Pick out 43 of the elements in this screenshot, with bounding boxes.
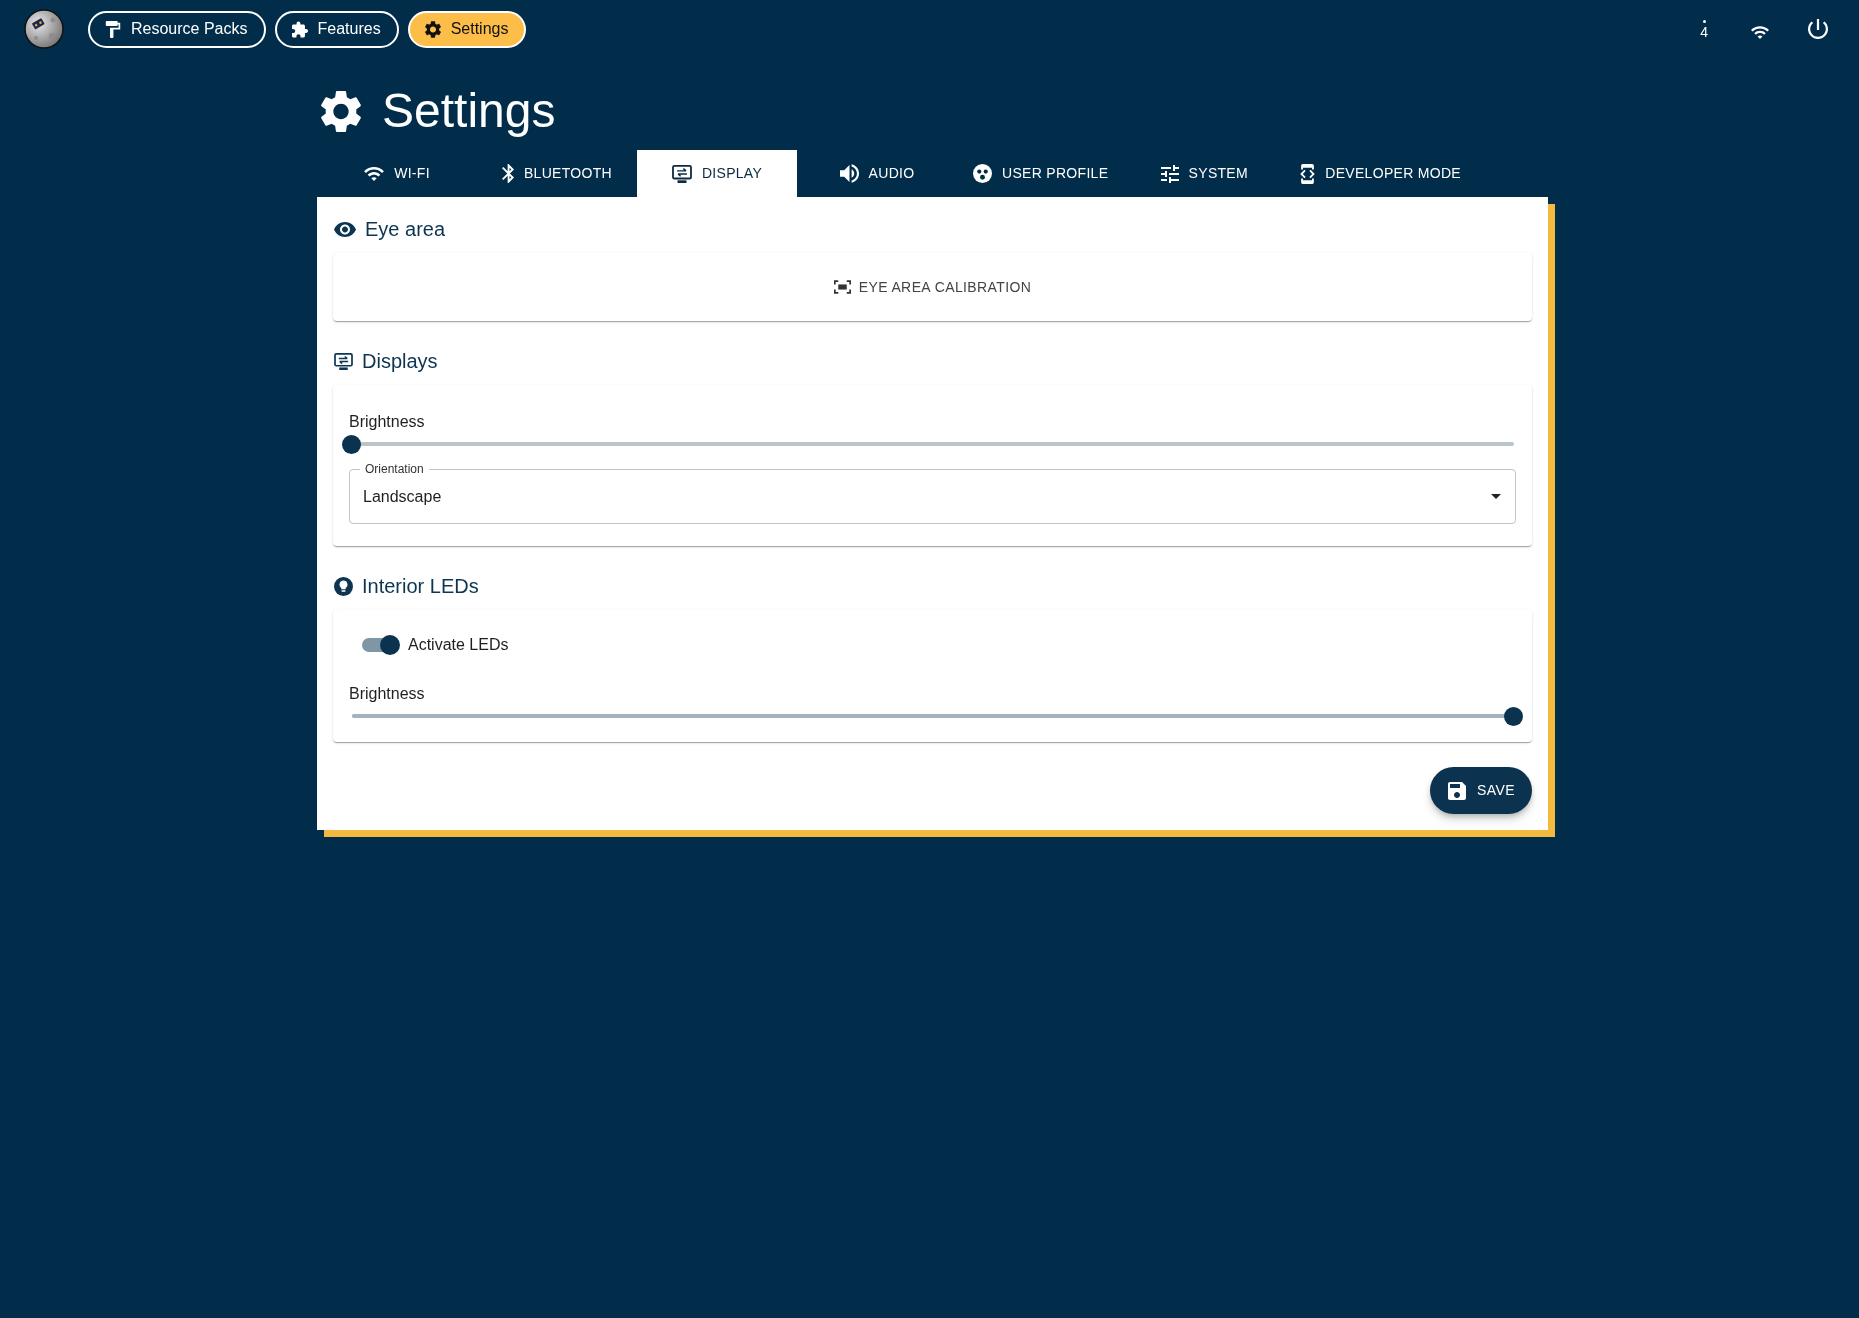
tab[interactable]: USER PROFILE (957, 150, 1125, 197)
field-label: Orientation (360, 462, 429, 476)
section-title: Eye area (365, 217, 446, 242)
settings-icon (424, 20, 441, 38)
phone-code-icon (1300, 163, 1316, 184)
nav-button[interactable]: Resource Packs (88, 10, 266, 48)
switch-label: Activate LEDs (408, 635, 509, 655)
slider-thumb[interactable] (1504, 706, 1523, 726)
save-button[interactable]: SAVE (1430, 767, 1532, 814)
nav-button[interactable]: Settings (407, 10, 527, 48)
paint-roller-icon (105, 20, 121, 38)
slider-thumb[interactable] (342, 434, 361, 454)
tab[interactable]: DISPLAY (637, 150, 797, 197)
face-icon (973, 164, 992, 183)
puzzle-piece-icon (291, 20, 308, 38)
monitor-icon (671, 164, 692, 183)
moon-logo-icon (24, 9, 64, 49)
calibration-button[interactable]: EYE AREA CALIBRATION (821, 267, 1044, 307)
focus-frame-icon (833, 280, 851, 294)
lightbulb-icon (334, 576, 353, 596)
tab[interactable]: AUDIO (797, 150, 957, 197)
status-text: 4 (1700, 24, 1708, 39)
tab[interactable]: SYSTEM (1124, 150, 1285, 197)
power-icon[interactable] (1808, 19, 1828, 39)
section-title: Interior LEDs (362, 574, 479, 599)
slider-label: Brightness (349, 412, 426, 432)
sliders-icon (1160, 164, 1179, 183)
speaker-icon (839, 164, 859, 183)
tab[interactable]: BLUETOOTH (477, 150, 637, 197)
eye-icon (334, 221, 356, 237)
wifi-icon (364, 166, 385, 181)
tab[interactable]: DEVELOPER MODE (1284, 150, 1477, 197)
section-title: Displays (362, 349, 438, 374)
settings-icon (321, 89, 361, 133)
wifi-icon[interactable] (1751, 25, 1769, 39)
caret-icon (1491, 494, 1501, 499)
slider-label: Brightness (349, 684, 426, 704)
tab[interactable]: WI-FI (317, 150, 477, 197)
monitor-icon (334, 352, 353, 370)
page-title: Settings (382, 83, 556, 139)
toggle-switch[interactable] (360, 635, 400, 655)
nav-button[interactable]: Features (274, 10, 399, 48)
bluetooth-icon (502, 164, 514, 183)
